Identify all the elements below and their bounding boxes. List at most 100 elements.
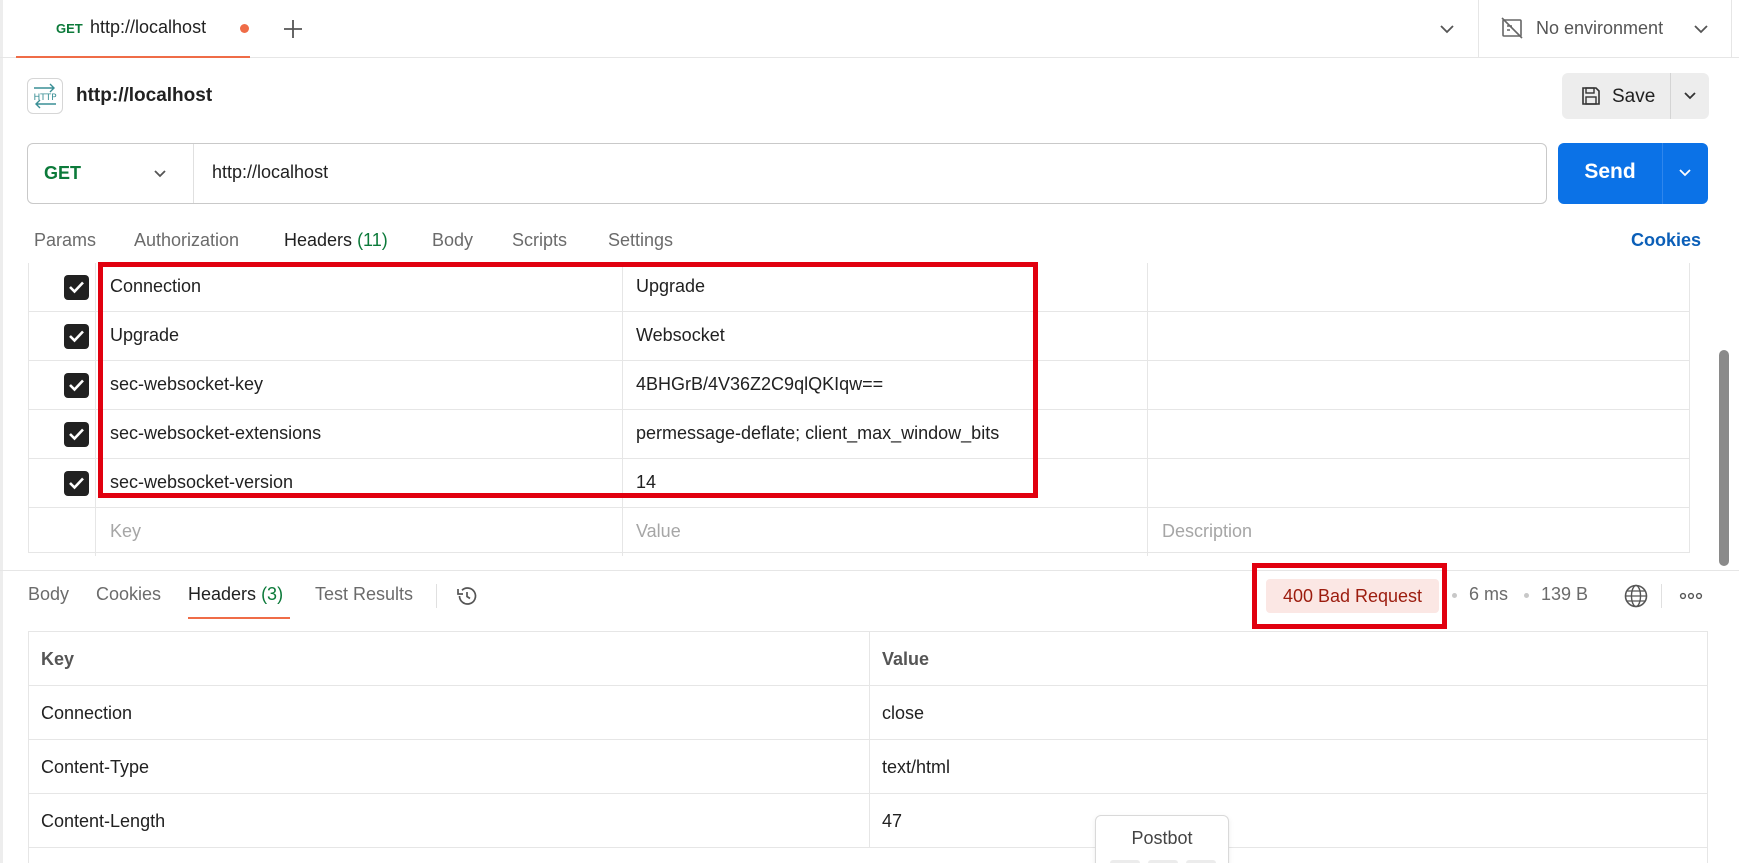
header-value[interactable]: permessage-deflate; client_max_window_bi… [636,423,1056,444]
response-header-value: text/html [882,757,951,777]
environment-selector[interactable]: No environment [1536,18,1663,39]
pane-divider[interactable] [0,570,1739,571]
tab-response-body[interactable]: Body [28,584,69,605]
table-row: Content-Length 47 [29,794,1707,848]
checkbox-checked-icon[interactable] [64,422,89,447]
response-header-key: Content-Type [41,757,150,777]
header-key[interactable]: Connection [110,276,201,297]
http-icon-text: HTTP [33,93,57,103]
save-button-label: Save [1612,86,1656,107]
header-value[interactable]: Websocket [636,325,1056,346]
save-button-group: Save [1562,73,1709,119]
response-headers-table: Key Value Connection close Content-Type … [28,631,1708,863]
url-input[interactable] [212,162,1512,183]
divider [1662,143,1663,204]
bullet-separator [1452,593,1457,598]
header-key[interactable]: Upgrade [110,325,179,346]
http-icon: HTTP [27,78,63,114]
header-key[interactable]: sec-websocket-key [110,374,263,395]
new-key-input[interactable]: Key [110,521,141,542]
divider [869,686,870,739]
tab-headers-count: (11) [357,230,388,250]
active-tab-underline [188,617,290,619]
divider [1147,459,1148,507]
table-row: Connection close [29,686,1707,740]
send-button-group: Send [1558,143,1708,204]
table-header-row: Key Value [29,632,1707,686]
checkbox-checked-icon[interactable] [64,324,89,349]
postbot-label: Postbot [1131,828,1193,848]
response-time[interactable]: 6 ms [1469,584,1508,605]
send-button[interactable]: Send [1558,143,1662,204]
column-header-value: Value [882,649,930,669]
chevron-down-icon[interactable] [1436,18,1458,40]
request-name[interactable]: http://localhost [76,85,212,107]
tab-authorization[interactable]: Authorization [134,230,239,251]
cookies-link[interactable]: Cookies [1631,230,1701,251]
response-header-key: Content-Length [41,811,166,831]
window-left-edge [0,0,3,863]
no-environment-icon [1500,16,1524,40]
chevron-down-icon[interactable] [1675,163,1695,183]
history-icon[interactable] [455,584,479,608]
status-badge[interactable]: 400 Bad Request [1266,579,1439,613]
request-tab[interactable]: GET http://localhost [16,0,250,58]
chevron-down-icon[interactable] [1680,86,1700,106]
chevron-down-icon[interactable] [1690,18,1712,40]
divider [436,584,437,608]
tab-response-cookies[interactable]: Cookies [96,584,161,605]
divider [622,312,623,360]
divider [869,794,870,847]
url-bar: GET [27,143,1547,204]
tab-scripts[interactable]: Scripts [512,230,567,251]
divider [1147,263,1148,311]
request-tab-title: http://localhost [90,17,207,37]
postbot-button[interactable]: Postbot [1095,815,1229,863]
divider [1147,410,1148,458]
new-value-input[interactable]: Value [636,521,1056,542]
tab-response-headers-label: Headers [188,584,257,604]
header-value[interactable]: Upgrade [636,276,1056,297]
table-row: Upgrade Websocket [29,312,1689,361]
response-header-key: Connection [41,703,133,723]
tab-test-results[interactable]: Test Results [315,584,413,605]
table-row: Connection Upgrade [29,263,1689,312]
divider [622,361,623,409]
divider [1661,584,1662,608]
response-header-value: 47 [882,811,903,831]
divider [622,263,623,311]
checkbox-cell [29,312,96,360]
table-row: sec-websocket-extensions permessage-defl… [29,410,1689,459]
globe-icon[interactable] [1623,583,1649,609]
chevron-down-icon [150,164,170,184]
more-icon[interactable] [1678,584,1704,608]
tab-headers[interactable]: Headers (11) [284,230,388,251]
checkbox-checked-icon[interactable] [64,275,89,300]
status-text: 400 Bad Request [1282,586,1423,606]
plus-icon[interactable] [280,16,306,42]
table-row: sec-websocket-key 4BHGrB/4V36Z2C9qlQKIqw… [29,361,1689,410]
header-key[interactable]: sec-websocket-extensions [110,423,321,444]
tab-settings[interactable]: Settings [608,230,673,251]
divider [622,459,623,507]
table-row-new: Key Value Description [29,508,1689,557]
column-header-key: Key [41,649,75,669]
tab-params[interactable]: Params [34,230,96,251]
header-key[interactable]: sec-websocket-version [110,472,293,493]
request-headers-table: Connection Upgrade Upgrade Websocket sec… [28,263,1690,556]
tab-body[interactable]: Body [432,230,473,251]
scrollbar-thumb[interactable] [1719,350,1729,566]
checkbox-checked-icon[interactable] [64,471,89,496]
bullet-separator [1524,593,1529,598]
header-value[interactable]: 14 [636,472,1056,493]
save-button[interactable]: Save [1562,73,1670,119]
unsaved-dot-icon [240,24,249,33]
tab-response-headers[interactable]: Headers (3) [188,584,283,605]
tab-response-headers-count: (3) [261,584,284,604]
response-size[interactable]: 139 B [1541,584,1588,605]
checkbox-checked-icon[interactable] [64,373,89,398]
header-value[interactable]: 4BHGrB/4V36Z2C9qlQKIqw== [636,374,1056,395]
method-selector[interactable]: GET [28,144,194,203]
new-description-input[interactable]: Description [1162,521,1252,542]
divider [622,410,623,458]
